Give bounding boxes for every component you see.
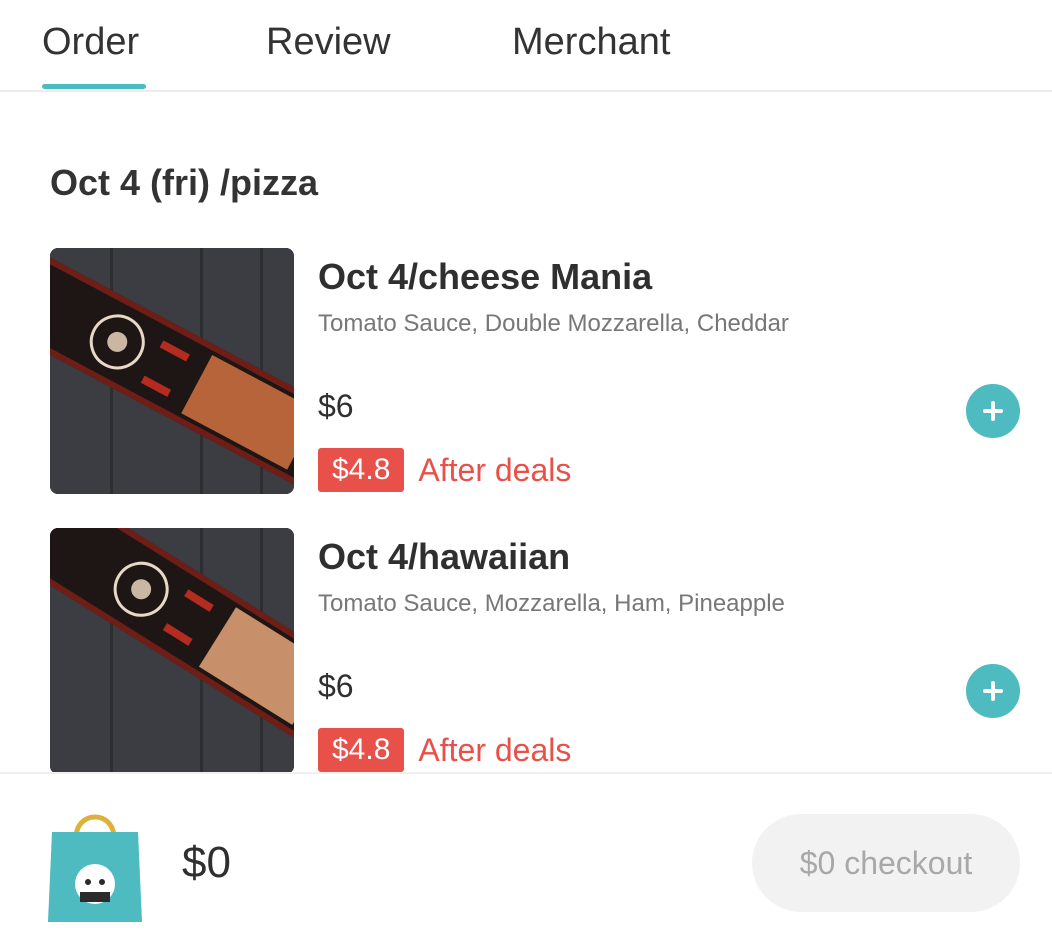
product-item[interactable]: Oct 4/hawaiian Tomato Sauce, Mozzarella,…	[0, 528, 1052, 778]
tab-bar: Order Review Merchant	[0, 0, 1052, 92]
active-tab-indicator	[42, 84, 146, 89]
plus-icon	[983, 401, 1003, 421]
tab-order[interactable]: Order	[42, 18, 139, 66]
deal-price: $4.8	[318, 728, 405, 772]
section-title: Oct 4 (fri) /pizza	[50, 162, 319, 203]
product-image[interactable]	[50, 248, 294, 494]
deal-badge: $4.8 After deals	[318, 448, 571, 492]
product-name[interactable]: Oct 4/cheese Mania	[318, 254, 652, 300]
product-image[interactable]	[50, 528, 294, 774]
checkout-button[interactable]: $0 checkout	[752, 814, 1020, 912]
plus-icon	[983, 681, 1003, 701]
deal-badge: $4.8 After deals	[318, 728, 571, 772]
deal-label: After deals	[418, 732, 572, 768]
add-to-cart-button[interactable]	[966, 384, 1020, 438]
app-root: Order Review Merchant Oct 4 (fri) /pizza	[0, 0, 1052, 942]
deal-price: $4.8	[318, 448, 405, 492]
deal-label: After deals	[418, 452, 572, 488]
shopping-bag-icon[interactable]	[46, 802, 144, 926]
cart-total: $0	[182, 838, 231, 887]
tab-merchant[interactable]: Merchant	[512, 18, 670, 66]
product-name[interactable]: Oct 4/hawaiian	[318, 534, 570, 580]
add-to-cart-button[interactable]	[966, 664, 1020, 718]
product-description: Tomato Sauce, Double Mozzarella, Cheddar	[318, 310, 789, 337]
cart-bar: $0 $0 checkout	[0, 772, 1052, 942]
pizza-box-image	[50, 248, 294, 494]
product-price: $6	[318, 388, 354, 424]
product-description: Tomato Sauce, Mozzarella, Ham, Pineapple	[318, 590, 785, 617]
tab-review[interactable]: Review	[266, 18, 391, 66]
pizza-box-image	[50, 528, 294, 774]
product-item[interactable]: Oct 4/cheese Mania Tomato Sauce, Double …	[0, 248, 1052, 498]
product-price: $6	[318, 668, 354, 704]
